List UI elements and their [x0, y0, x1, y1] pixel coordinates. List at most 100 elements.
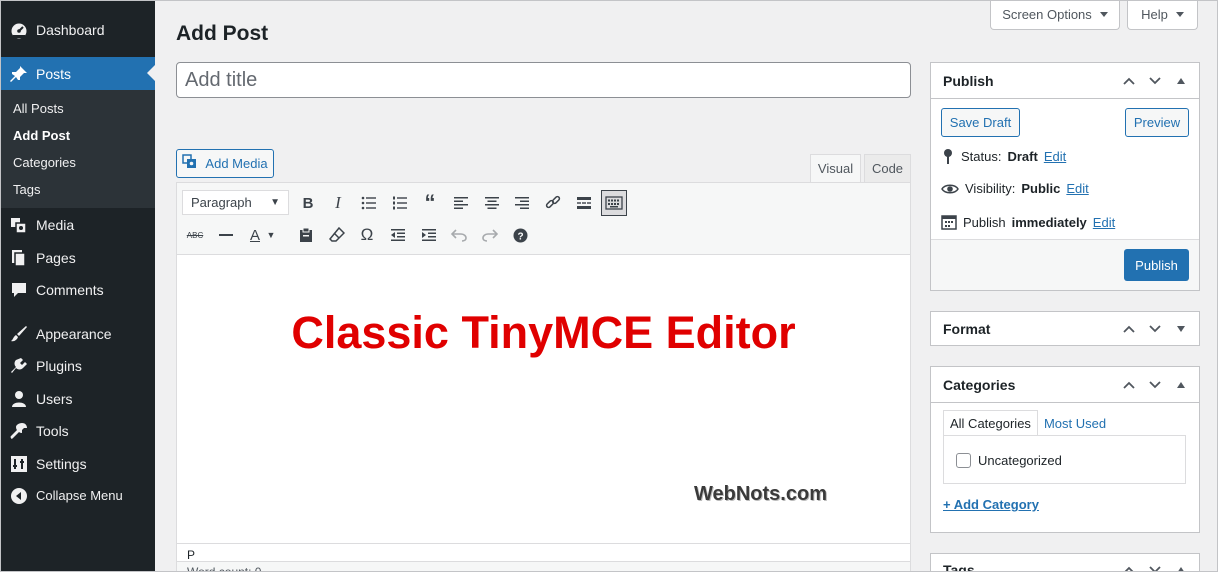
- tab-most-used[interactable]: Most Used: [1038, 410, 1112, 436]
- edit-status-link[interactable]: Edit: [1044, 149, 1066, 164]
- format-box: Format: [930, 311, 1200, 346]
- status-value: Draft: [1007, 148, 1038, 164]
- redo-button[interactable]: [477, 222, 503, 248]
- add-media-button[interactable]: Add Media: [176, 149, 274, 178]
- read-more-icon: [577, 197, 591, 209]
- toggle-panel-icon[interactable]: [1173, 562, 1189, 572]
- outdent-button[interactable]: [385, 222, 411, 248]
- visibility-row: Visibility: Public Edit: [941, 181, 1089, 196]
- move-down-icon[interactable]: [1147, 321, 1163, 337]
- sidebar-item-media[interactable]: Media: [0, 208, 155, 241]
- blockquote-button[interactable]: “: [417, 190, 443, 216]
- save-draft-button[interactable]: Save Draft: [941, 108, 1020, 137]
- category-label: Uncategorized: [978, 453, 1062, 468]
- tab-visual[interactable]: Visual: [810, 154, 861, 183]
- outdent-icon: [391, 229, 405, 241]
- submenu-all-posts[interactable]: All Posts: [13, 101, 64, 116]
- move-up-icon[interactable]: [1121, 73, 1137, 89]
- tinymce-editor: Paragraph ▼ B I “ ABC A ▼ Ω ? Classic Ti…: [176, 182, 911, 572]
- toggle-panel-icon[interactable]: [1173, 377, 1189, 393]
- bullet-list-button[interactable]: [356, 190, 382, 216]
- publish-box-title: Publish: [943, 72, 994, 89]
- horizontal-line-button[interactable]: [213, 222, 239, 248]
- text-color-dropdown[interactable]: ▼: [265, 222, 277, 248]
- text-color-button[interactable]: A: [244, 222, 266, 248]
- move-up-icon[interactable]: [1121, 562, 1137, 572]
- keyboard-shortcuts-button[interactable]: ?: [507, 222, 533, 248]
- align-center-button[interactable]: [479, 190, 505, 216]
- tab-all-categories[interactable]: All Categories: [943, 410, 1038, 436]
- categories-box: Categories All Categories Most Used Unca…: [930, 366, 1200, 533]
- align-left-button[interactable]: [448, 190, 474, 216]
- undo-button[interactable]: [446, 222, 472, 248]
- sidebar-item-plugins[interactable]: Plugins: [0, 349, 155, 382]
- edit-visibility-link[interactable]: Edit: [1066, 181, 1088, 196]
- submenu-tags[interactable]: Tags: [13, 182, 40, 197]
- clear-formatting-button[interactable]: [324, 222, 350, 248]
- status-row: Status: Draft Edit: [941, 148, 1066, 164]
- add-category-link[interactable]: + Add Category: [943, 497, 1039, 512]
- schedule-value: immediately: [1011, 214, 1087, 230]
- bullet-list-icon: [361, 196, 376, 210]
- sidebar-item-tools[interactable]: Tools: [0, 414, 155, 447]
- quote-icon: “: [424, 190, 436, 215]
- post-title-input[interactable]: [176, 62, 911, 98]
- sidebar-item-pages[interactable]: Pages: [0, 241, 155, 274]
- numbered-list-button[interactable]: [387, 190, 413, 216]
- tab-code[interactable]: Code: [864, 154, 911, 183]
- bold-button[interactable]: B: [295, 190, 321, 216]
- eraser-icon: [329, 227, 345, 242]
- tags-box-title: Tags: [943, 562, 975, 572]
- sidebar-item-appearance[interactable]: Appearance: [0, 317, 155, 350]
- page-title: Add Post: [176, 22, 269, 45]
- edit-schedule-link[interactable]: Edit: [1093, 215, 1115, 230]
- publish-actions: Publish: [931, 239, 1199, 290]
- paste-text-button[interactable]: [293, 222, 319, 248]
- caret-down-icon: ▼: [266, 230, 276, 240]
- sidebar-item-users[interactable]: Users: [0, 382, 155, 415]
- sidebar-collapse-menu[interactable]: Collapse Menu: [0, 479, 155, 512]
- sidebar-item-comments[interactable]: Comments: [0, 273, 155, 306]
- indent-button[interactable]: [416, 222, 442, 248]
- toggle-panel-icon[interactable]: [1173, 73, 1189, 89]
- move-down-icon[interactable]: [1147, 562, 1163, 572]
- submenu-add-post[interactable]: Add Post: [13, 128, 70, 143]
- help-button[interactable]: Help: [1127, 0, 1198, 30]
- sidebar-item-dashboard[interactable]: Dashboard: [0, 13, 155, 46]
- move-up-icon[interactable]: [1121, 377, 1137, 393]
- svg-text:?: ?: [517, 231, 523, 242]
- submenu-categories[interactable]: Categories: [13, 155, 76, 170]
- screen-options-button[interactable]: Screen Options: [990, 0, 1120, 30]
- category-item[interactable]: Uncategorized: [956, 453, 1062, 468]
- move-down-icon[interactable]: [1147, 377, 1163, 393]
- editor-content-area[interactable]: Classic TinyMCE Editor WebNots.com: [177, 255, 910, 543]
- publish-box: Publish Save Draft Preview Status: Draft…: [930, 62, 1200, 291]
- category-tabs: All Categories Most Used: [943, 410, 1112, 436]
- toggle-panel-icon[interactable]: [1173, 321, 1189, 337]
- paragraph-format-select[interactable]: Paragraph ▼: [182, 190, 289, 215]
- sidebar-item-settings[interactable]: Settings: [0, 447, 155, 480]
- sidebar-item-posts[interactable]: Posts: [0, 57, 155, 90]
- help-icon: ?: [513, 228, 527, 242]
- special-character-button[interactable]: Ω: [354, 222, 380, 248]
- comments-icon: [10, 281, 28, 299]
- italic-button[interactable]: I: [325, 190, 351, 216]
- caret-down-icon: [1099, 12, 1108, 17]
- publish-box-header: Publish: [931, 63, 1199, 99]
- toolbar-toggle-button[interactable]: [601, 190, 627, 216]
- plugin-icon: [10, 357, 28, 375]
- brush-icon: [10, 325, 28, 343]
- insert-link-button[interactable]: [540, 190, 566, 216]
- category-checkbox[interactable]: [956, 453, 971, 468]
- help-label: Help: [1141, 7, 1168, 22]
- strikethrough-button[interactable]: ABC: [182, 222, 208, 248]
- move-down-icon[interactable]: [1147, 73, 1163, 89]
- preview-button[interactable]: Preview: [1125, 108, 1189, 137]
- numbered-list-icon: [393, 196, 407, 210]
- read-more-button[interactable]: [571, 190, 597, 216]
- align-right-button[interactable]: [509, 190, 535, 216]
- move-up-icon[interactable]: [1121, 321, 1137, 337]
- publish-button[interactable]: Publish: [1124, 249, 1189, 281]
- text-color-icon: A: [249, 226, 260, 244]
- watermark-text: WebNots.com: [694, 483, 827, 505]
